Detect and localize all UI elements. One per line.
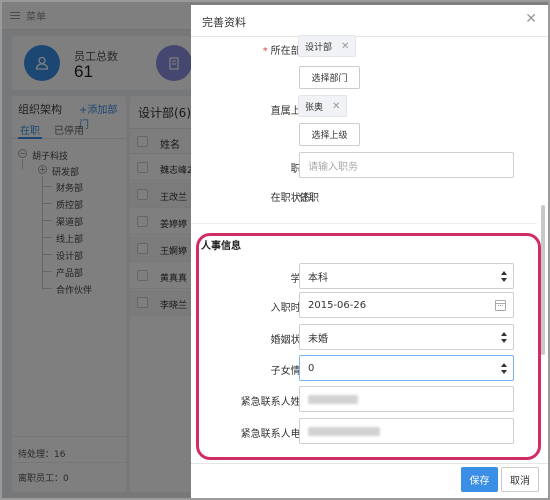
- supervisor-tag-label: 张奥: [305, 102, 324, 113]
- education-value: 本科: [308, 272, 328, 284]
- hire-date-input[interactable]: 2015-06-26: [299, 292, 514, 318]
- emergency-phone-input[interactable]: [299, 418, 514, 444]
- remove-tag-icon[interactable]: ✕: [341, 41, 349, 52]
- education-label: 学历:: [201, 270, 314, 285]
- scrollbar[interactable]: [541, 205, 545, 355]
- dialog-header: 完善资料 ✕: [191, 5, 548, 37]
- required-mark: *: [262, 46, 268, 57]
- redacted-text: [308, 426, 380, 436]
- select-arrows-icon: [501, 271, 507, 282]
- divider: [191, 223, 537, 224]
- hire-date-value: 2015-06-26: [308, 299, 367, 311]
- marital-value: 未婚: [308, 333, 328, 345]
- emergency-name-label: 紧急联系人姓名:: [240, 397, 314, 408]
- department-tag: 设计部 ✕: [298, 35, 357, 57]
- select-arrows-icon: [501, 363, 507, 374]
- children-select[interactable]: 0: [299, 355, 514, 381]
- status-value: 任职: [299, 193, 319, 204]
- department-tag-label: 设计部: [305, 42, 333, 53]
- supervisor-tag: 张奥 ✕: [298, 95, 348, 117]
- cancel-button[interactable]: 取消: [501, 467, 539, 492]
- position-placeholder: 请输入职务: [308, 161, 358, 173]
- screen-frame: 菜单 员工总数 61 组织架构 +添加部门 在职 已停用 − 胡子科技 + 研发…: [0, 0, 550, 500]
- calendar-icon[interactable]: [495, 300, 506, 311]
- select-department-button[interactable]: 选择部门: [299, 66, 360, 89]
- education-select[interactable]: 本科: [299, 263, 514, 289]
- select-supervisor-button[interactable]: 选择上级: [299, 123, 360, 146]
- save-button[interactable]: 保存: [461, 467, 498, 492]
- emergency-name-input[interactable]: [299, 386, 514, 412]
- marital-label: 婚姻状况:: [270, 335, 314, 346]
- emergency-phone-label: 紧急联系人电话:: [240, 429, 314, 440]
- marital-select[interactable]: 未婚: [299, 324, 514, 350]
- redacted-text: [308, 394, 358, 404]
- dialog-title: 完善资料: [202, 16, 246, 29]
- remove-tag-icon[interactable]: ✕: [332, 101, 340, 112]
- profile-dialog: 完善资料 ✕ * 所在部门: 设计部 ✕ 选择部门 直属上级: 张奥 ✕ 选择上级…: [191, 5, 548, 498]
- children-value: 0: [308, 362, 315, 374]
- position-input[interactable]: 请输入职务: [299, 152, 514, 178]
- section-title: 人事信息: [201, 241, 241, 252]
- children-label: 子女情况:: [270, 366, 314, 377]
- hire-date-label: 入职时间:: [270, 303, 314, 314]
- close-icon[interactable]: ✕: [525, 11, 537, 27]
- select-arrows-icon: [501, 332, 507, 343]
